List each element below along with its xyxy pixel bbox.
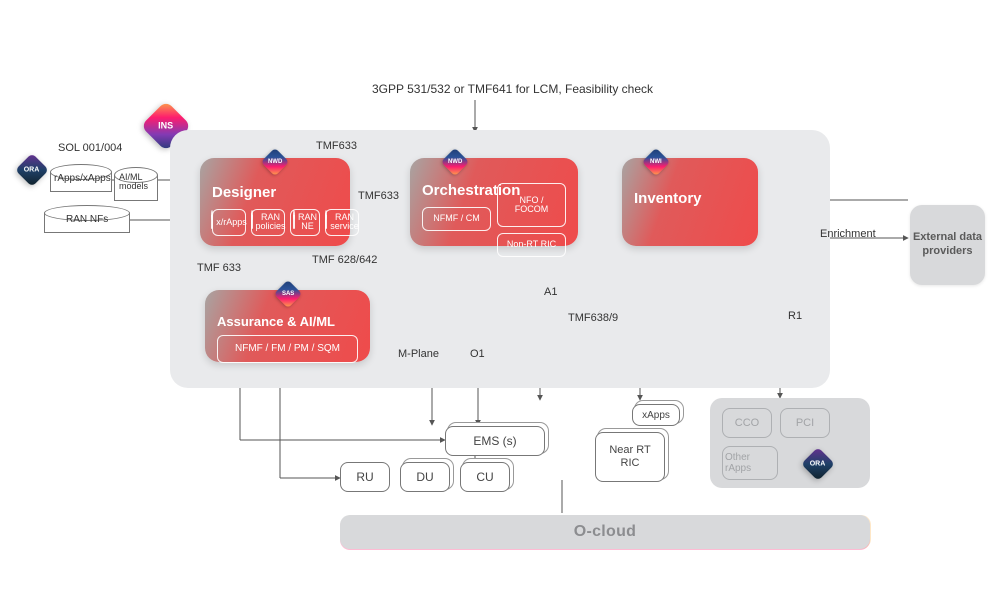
orch-nfmf: NFMF / CM [422,207,491,231]
nwd-icon-2: NWD [441,148,469,176]
lbl-enrichment: Enrichment [820,228,876,240]
lbl-r1: R1 [788,310,802,322]
inventory-card: NWI Inventory [622,158,758,246]
db-aiml-label: AI/ML models [119,173,155,191]
lbl-tmf633-mid: TMF633 [358,190,399,202]
sol-label: SOL 001/004 [58,142,122,154]
lbl-mplane: M-Plane [398,348,439,360]
assurance-chip: NFMF / FM / PM / SQM [217,335,358,363]
designer-card: NWD Designer x/rApps RAN policies RAN NE… [200,158,350,246]
ems-node: EMS (s) [445,426,545,456]
top-note: 3GPP 531/532 or TMF641 for LCM, Feasibil… [372,82,653,96]
du-node: DU [400,462,450,492]
db-ran-nfs-label: RAN NFs [66,214,108,225]
sas-icon: SAS [273,280,301,308]
cu-node: CU [460,462,510,492]
designer-title: Designer [212,184,338,201]
assurance-title: Assurance & AI/ML [217,314,358,329]
rapp-cco: CCO [722,408,772,438]
orchestration-card: NWD Orchestration NFMF / CM NFO / FOCOM … [410,158,578,246]
ora-badge-rapps: ORA [806,452,830,476]
lbl-tmf628: TMF 628/642 [312,254,377,266]
rapps-panel: CCO PCI Other rApps ORA [710,398,870,488]
lbl-o1: O1 [470,348,485,360]
orch-nfo: NFO / FOCOM [497,183,566,227]
db-rapps-label: rApps/xApps [54,173,111,184]
ru-node: RU [340,462,390,492]
designer-chip-service: RAN service [325,209,359,236]
orch-nonrt: Non-RT RIC [497,233,566,257]
external-providers: External data providers [910,205,985,285]
designer-chip-xrapps: x/rApps [212,209,246,236]
designer-chip-policies: RAN policies [251,209,285,236]
lbl-a1: A1 [544,286,557,298]
nwd-icon: NWD [261,148,289,176]
lbl-tmf638: TMF638/9 [568,312,618,324]
xapps-node: xApps [632,404,680,426]
near-rt-node: Near RT RIC [595,432,665,482]
ora-badge-left: ORA [20,158,44,182]
lbl-tmf633-left: TMF 633 [197,262,241,274]
inventory-title: Inventory [634,190,746,207]
lbl-tmf633-top: TMF633 [316,140,357,152]
designer-chip-ranne: RAN NE [290,209,320,236]
assurance-card: SAS Assurance & AI/ML NFMF / FM / PM / S… [205,290,370,362]
rapp-pci: PCI [780,408,830,438]
ocloud-bar: O-cloud [340,515,870,549]
nwi-icon: NWI [642,148,670,176]
rapp-other: Other rApps [722,446,778,480]
